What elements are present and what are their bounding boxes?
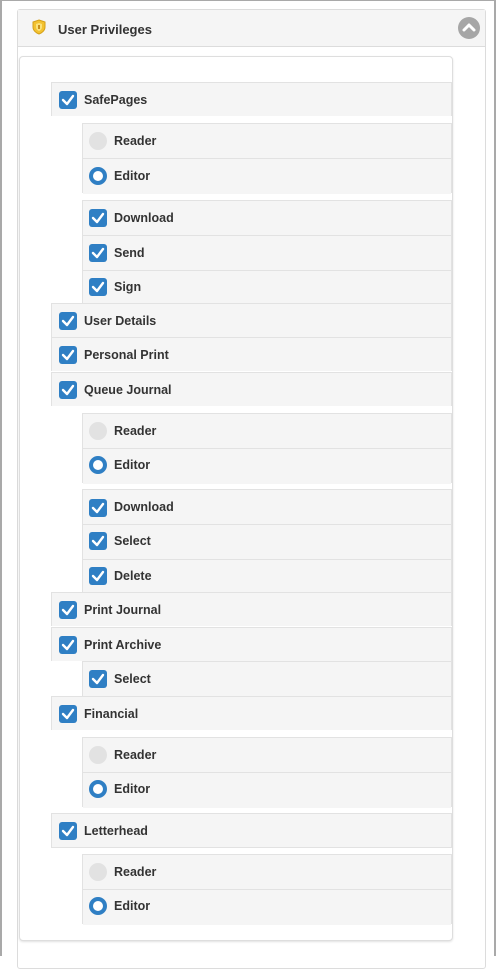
letterhead-editor-radio[interactable] <box>89 897 107 915</box>
checkmark-icon <box>91 535 105 547</box>
letterhead-reader-label: Reader <box>114 865 157 879</box>
letterhead-editor-row[interactable]: Editor <box>83 890 451 925</box>
financial-checkbox[interactable] <box>59 705 77 723</box>
checkmark-icon <box>91 673 105 685</box>
checkmark-icon <box>91 281 105 293</box>
checkmark-icon <box>91 212 105 224</box>
queue-journal-download-row[interactable]: Download <box>83 490 451 525</box>
queue-journal-download-label: Download <box>114 500 174 514</box>
queue-journal-delete-checkbox[interactable] <box>89 567 107 585</box>
financial-editor-row[interactable]: Editor <box>83 773 451 808</box>
panel-header: User Privileges <box>18 10 485 47</box>
queue-journal-editor-radio[interactable] <box>89 456 107 474</box>
financial-reader-label: Reader <box>114 748 157 762</box>
queue-journal-label: Queue Journal <box>84 383 172 397</box>
checkmark-icon <box>61 604 75 616</box>
personal-print-label: Personal Print <box>84 348 169 362</box>
safepages-download-checkbox[interactable] <box>89 209 107 227</box>
print-archive-select-label: Select <box>114 672 151 686</box>
print-archive-select-row[interactable]: Select <box>83 662 451 697</box>
privilege-row-user-details[interactable]: User Details <box>51 303 452 337</box>
checkmark-icon <box>61 315 75 327</box>
letterhead-label: Letterhead <box>84 824 148 838</box>
safepages-label: SafePages <box>84 93 148 107</box>
privilege-row-print-journal[interactable]: Print Journal <box>51 592 452 626</box>
financial-label: Financial <box>84 707 139 721</box>
letterhead-reader-radio[interactable] <box>89 863 107 881</box>
print-journal-label: Print Journal <box>84 603 162 617</box>
safepages-editor-label: Editor <box>114 169 151 183</box>
privilege-row-print-archive[interactable]: Print Archive <box>51 627 452 661</box>
print-archive-checkbox[interactable] <box>59 636 77 654</box>
letterhead-reader-row[interactable]: Reader <box>83 855 451 890</box>
print-archive-actions-group: Select <box>82 661 452 697</box>
checkmark-icon <box>91 570 105 582</box>
checkmark-icon <box>61 349 75 361</box>
checkmark-icon <box>61 94 75 106</box>
privilege-row-letterhead[interactable]: Letterhead <box>51 813 452 848</box>
queue-journal-editor-row[interactable]: Editor <box>83 449 451 484</box>
safepages-download-row[interactable]: Download <box>83 201 451 236</box>
queue-journal-reader-row[interactable]: Reader <box>83 414 451 449</box>
personal-print-checkbox[interactable] <box>59 346 77 364</box>
letterhead-editor-label: Editor <box>114 899 151 913</box>
collapse-button[interactable] <box>458 17 480 39</box>
financial-editor-radio[interactable] <box>89 780 107 798</box>
chevron-up-icon <box>462 23 476 32</box>
checkmark-icon <box>91 247 105 259</box>
queue-journal-checkbox[interactable] <box>59 381 77 399</box>
safepages-actions-group: Download Send Sign <box>82 200 452 306</box>
safepages-send-label: Send <box>114 246 145 260</box>
safepages-reader-radio[interactable] <box>89 132 107 150</box>
queue-journal-reader-label: Reader <box>114 424 157 438</box>
queue-journal-actions-group: Download Select Delete <box>82 489 452 595</box>
safepages-sign-label: Sign <box>114 280 142 294</box>
shield-icon <box>31 19 47 35</box>
safepages-download-label: Download <box>114 211 174 225</box>
privilege-row-queue-journal[interactable]: Queue Journal <box>51 372 452 406</box>
queue-journal-select-label: Select <box>114 534 151 548</box>
user-details-checkbox[interactable] <box>59 312 77 330</box>
privilege-row-personal-print[interactable]: Personal Print <box>51 337 452 371</box>
queue-journal-reader-radio[interactable] <box>89 422 107 440</box>
checkmark-icon <box>61 384 75 396</box>
panel-title: User Privileges <box>58 22 152 37</box>
queue-journal-select-row[interactable]: Select <box>83 525 451 560</box>
checkmark-icon <box>61 639 75 651</box>
checkmark-icon <box>61 708 75 720</box>
safepages-role-group: Reader Editor <box>82 123 452 194</box>
financial-reader-row[interactable]: Reader <box>83 738 451 773</box>
safepages-sign-row[interactable]: Sign <box>83 271 451 306</box>
safepages-checkbox[interactable] <box>59 91 77 109</box>
checkmark-icon <box>91 502 105 514</box>
queue-journal-role-group: Reader Editor <box>82 413 452 484</box>
safepages-send-row[interactable]: Send <box>83 236 451 271</box>
print-archive-select-checkbox[interactable] <box>89 670 107 688</box>
safepages-reader-label: Reader <box>114 134 157 148</box>
financial-role-group: Reader Editor <box>82 737 452 808</box>
checkmark-icon <box>61 825 75 837</box>
letterhead-checkbox[interactable] <box>59 822 77 840</box>
financial-reader-radio[interactable] <box>89 746 107 764</box>
privilege-row-safepages[interactable]: SafePages <box>51 82 452 116</box>
financial-editor-label: Editor <box>114 782 151 796</box>
safepages-reader-row[interactable]: Reader <box>83 124 451 159</box>
queue-journal-delete-label: Delete <box>114 569 152 583</box>
print-archive-label: Print Archive <box>84 638 162 652</box>
queue-journal-delete-row[interactable]: Delete <box>83 560 451 595</box>
safepages-sign-checkbox[interactable] <box>89 278 107 296</box>
queue-journal-select-checkbox[interactable] <box>89 532 107 550</box>
safepages-editor-radio[interactable] <box>89 167 107 185</box>
window-frame: User Privileges SafePages Reader Editor <box>0 0 496 969</box>
letterhead-role-group: Reader Editor <box>82 854 452 925</box>
queue-journal-editor-label: Editor <box>114 458 151 472</box>
privilege-row-financial[interactable]: Financial <box>51 696 452 730</box>
queue-journal-download-checkbox[interactable] <box>89 499 107 517</box>
safepages-send-checkbox[interactable] <box>89 244 107 262</box>
safepages-editor-row[interactable]: Editor <box>83 159 451 194</box>
user-details-label: User Details <box>84 314 157 328</box>
print-journal-checkbox[interactable] <box>59 601 77 619</box>
